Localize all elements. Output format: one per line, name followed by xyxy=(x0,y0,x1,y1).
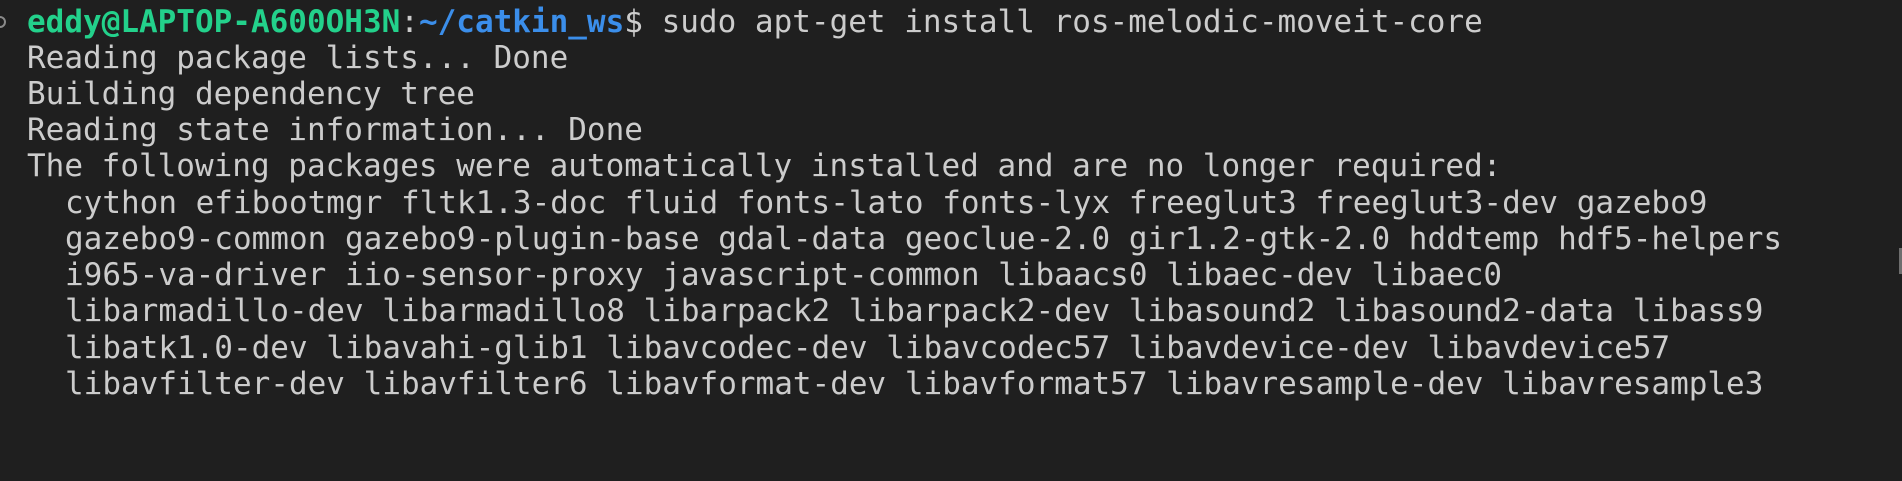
prompt-separator: : xyxy=(400,4,419,40)
prompt-command: sudo apt-get install ros-melodic-moveit-… xyxy=(642,4,1483,40)
prompt-user-host: eddy@LAPTOP-A600OH3N xyxy=(27,4,401,40)
terminal-window[interactable]: eddy@LAPTOP-A600OH3N:~/catkin_ws$ sudo a… xyxy=(0,0,1902,481)
prompt-path: ~/catkin_ws xyxy=(418,4,625,40)
command-decoration-circle-icon[interactable] xyxy=(0,16,6,28)
package-list-line: libavfilter-dev libavfilter6 libavformat… xyxy=(65,366,1764,402)
prompt-symbol: $ xyxy=(624,4,643,40)
